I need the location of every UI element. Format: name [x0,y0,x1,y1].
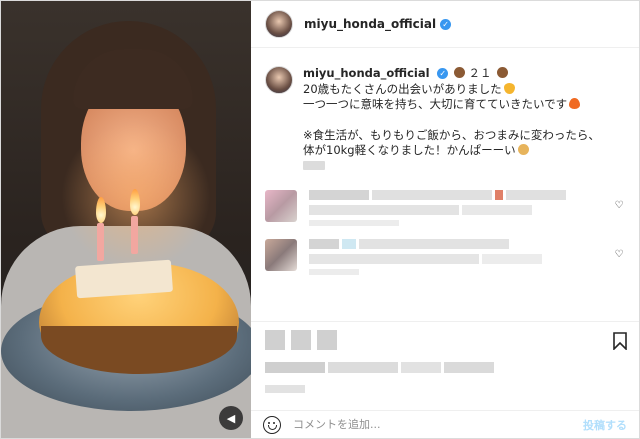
post-actions [251,321,639,413]
comment-like-heart-icon[interactable]: ♡ [613,200,625,212]
cake-emoji-icon [453,67,465,78]
caption-username[interactable]: miyu_honda_official [303,66,430,80]
comment-form: 投稿する [251,410,639,438]
instagram-post: ◀ miyu_honda_official ✓ miyu_honda_offic… [0,0,640,439]
comment-item: ♡ [251,190,639,231]
yellow-heart-emoji-icon [503,82,515,94]
avatar[interactable] [265,10,293,38]
caption-avatar[interactable] [265,66,293,94]
caption-line-4: 体が10kg軽くなりました！かんぱーーい [303,143,516,157]
header-username[interactable]: miyu_honda_official [304,17,436,31]
speaker-muted-icon[interactable]: ◀ [219,406,243,430]
comment-like-heart-icon[interactable]: ♡ [613,249,625,261]
post-date [265,385,305,393]
post-comment-button[interactable]: 投稿する [583,417,627,433]
bookmark-icon[interactable] [613,332,627,350]
comment-input[interactable] [293,418,583,431]
emoji-smiley-icon[interactable] [263,415,281,434]
caption-line-1: 20歳もたくさんの出会いがありました [303,81,502,96]
comment-avatar[interactable] [265,190,297,222]
likes-count [265,362,625,373]
like-heart-icon[interactable] [265,330,285,350]
caption-line-3: ※食生活が、もりもりご飯から、おつまみに変わったら、 [303,127,600,142]
comment-bubble-icon[interactable] [291,330,311,350]
pancake-emoji-icon [517,144,529,155]
post-header: miyu_honda_official ✓ [251,1,639,48]
share-send-icon[interactable] [317,330,337,350]
caption-title-suffix: ２１ [468,66,492,80]
verified-badge-icon: ✓ [437,68,449,79]
post-photo[interactable]: ◀ [1,1,251,438]
caption: miyu_honda_official ✓ ２１ 20歳もたくさんの出会いがあり… [251,48,639,174]
caption-line-2: 一つ一つに意味を持ち、大切に育てていきたいです [303,97,568,111]
caption-timestamp [303,160,325,170]
cake-emoji-icon [497,67,509,78]
fire-emoji-icon [569,98,581,109]
verified-badge-icon: ✓ [440,18,452,30]
comment-avatar[interactable] [265,239,297,271]
post-sidebar: miyu_honda_official ✓ miyu_honda_officia… [251,1,639,438]
comment-item: ♡ [251,239,639,280]
